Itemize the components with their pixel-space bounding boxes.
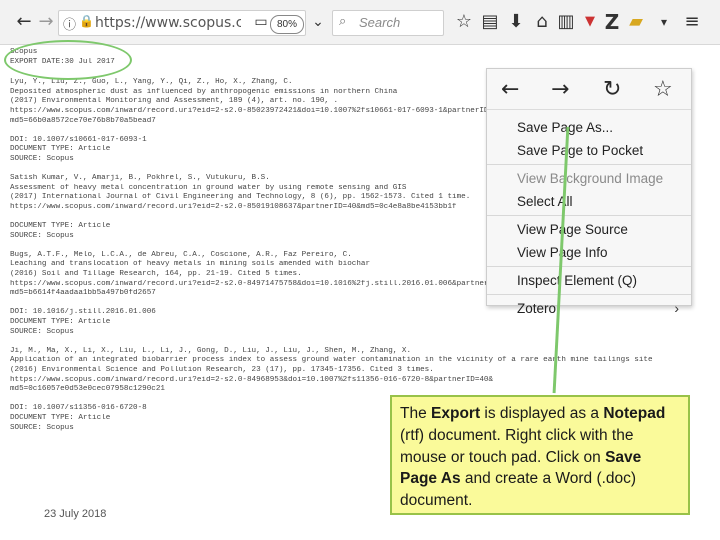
export-line: Ji, M., Ma, X., Li, X., Liu, L., Li, J.,… [10,346,412,355]
menu-item-save-to-pocket[interactable]: Save Page to Pocket [487,139,691,162]
callout-text: The [400,405,432,422]
highlight-ellipse [4,40,132,80]
export-line: https://www.scopus.com/inward/record.uri… [10,375,494,384]
back-icon[interactable]: ← [14,12,34,32]
menu-item-save-page-as[interactable]: Save Page As... [487,116,691,139]
search-icon: ⌕ [339,14,347,29]
export-line: SOURCE: Scopus [10,327,74,336]
context-nav-row: ← → ↻ ☆ [487,69,691,110]
forward-icon[interactable]: → [36,12,56,32]
home-icon[interactable]: ⌂ [532,12,552,32]
zotero-icon[interactable]: Z [602,12,622,32]
browser-toolbar: ← → ⓘ 🔒 https://www.scopus.com/oncli ▭ 8… [0,0,720,45]
overflow-chevron-icon[interactable]: ▾ [654,12,674,32]
callout-text: is displayed as a [480,405,604,422]
menu-separator [487,164,691,165]
reading-list-icon[interactable]: ▤ [480,12,500,32]
footer-date: 23 July 2018 [44,508,107,520]
callout-text: (rtf) document. Right click with the mou… [400,426,634,466]
info-icon[interactable]: ⓘ [63,14,76,33]
instruction-callout: The Export is displayed as a Notepad (rt… [390,395,690,515]
bookmark-star-icon[interactable]: ☆ [454,12,474,32]
export-line [10,337,710,347]
export-line: Application of an integrated biobarrier … [10,356,653,365]
pointer-arrow [552,126,570,394]
download-icon[interactable]: ⬇ [506,12,526,32]
menu-item-zotero[interactable]: Zotero › [487,297,691,320]
dropdown-chevron-icon[interactable]: ⌄ [308,12,328,32]
callout-bold-text: Export [431,405,481,422]
forward-arrow-icon[interactable]: → [551,77,569,102]
reload-icon[interactable]: ↻ [603,77,621,102]
export-line: md5=0c16057e0d53e0cec07958c1290c21 [10,385,165,394]
menu-item-view-page-info[interactable]: View Page Info [487,241,691,264]
callout-bold-text: Notepad [603,405,666,422]
menu-separator [487,294,691,295]
lock-icon: 🔒 [79,14,94,28]
context-menu: ← → ↻ ☆ Save Page As... Save Page to Poc… [486,68,692,316]
menu-item-inspect-element[interactable]: Inspect Element (Q) [487,269,691,292]
menu-item-view-background-image: View Background Image [517,171,664,186]
menu-separator [487,266,691,267]
folder-icon[interactable]: ▰ [626,12,646,32]
url-text[interactable]: https://www.scopus.com/oncli [95,15,241,31]
zoom-level-badge[interactable]: 80% [270,15,304,34]
menu-separator [487,215,691,216]
search-bar[interactable]: ⌕ Search [332,10,444,36]
pocket-icon[interactable]: ▼ [580,12,600,32]
submenu-arrow-icon: › [674,300,679,316]
back-arrow-icon[interactable]: ← [501,77,519,102]
menu-item-view-page-source[interactable]: View Page Source [487,218,691,241]
search-placeholder[interactable]: Search [359,15,400,30]
reader-view-icon[interactable]: ▭ [251,12,271,32]
menu-item-select-all[interactable]: Select All [487,190,691,213]
export-line: (2016) Environmental Science and Polluti… [10,366,434,374]
menu-icon[interactable]: ≡ [682,12,702,32]
bookmark-star-icon[interactable]: ☆ [653,77,673,102]
library-icon[interactable]: ▥ [556,12,576,32]
